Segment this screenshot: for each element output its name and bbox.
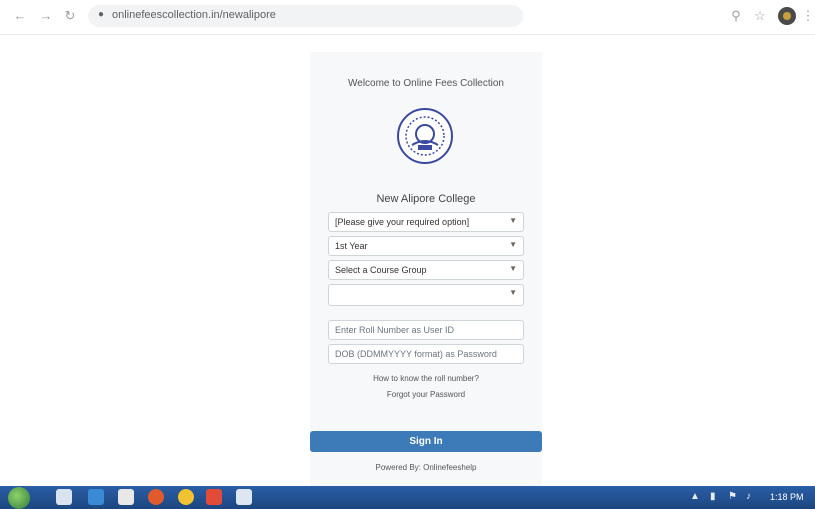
network-icon[interactable]: ▮ — [710, 491, 716, 502]
reload-icon[interactable]: ↻ — [62, 8, 78, 24]
taskbar: ▲ ▮ ⚑ ♪ 1:18 PM — [0, 486, 815, 509]
college-seal-logo — [397, 108, 453, 164]
lock-icon: ● — [98, 9, 105, 20]
media-icon[interactable] — [88, 489, 104, 505]
chevron-down-icon: ▼ — [509, 264, 517, 273]
college-name: New Alipore College — [376, 193, 476, 205]
signin-button[interactable]: Sign In — [310, 431, 542, 452]
welcome-heading: Welcome to Online Fees Collection — [348, 78, 504, 89]
course-type-select[interactable]: [Please give your required option] ▼ — [328, 212, 524, 232]
firefox-icon[interactable] — [148, 489, 164, 505]
star-icon[interactable]: ☆ — [752, 8, 768, 24]
address-url: onlinefeescollection.in/newalipore — [112, 9, 276, 21]
powered-by-text: Powered By: Onlinefeeshelp — [375, 463, 477, 472]
chevron-down-icon: ▼ — [509, 288, 517, 297]
back-arrow-icon[interactable]: ← — [12, 8, 28, 24]
explorer-icon[interactable] — [56, 489, 72, 505]
course-group-select[interactable]: Select a Course Group ▼ — [328, 260, 524, 280]
profile-avatar[interactable] — [778, 7, 796, 25]
address-bar[interactable]: ● onlinefeescollection.in/newalipore — [88, 5, 523, 27]
start-button[interactable] — [8, 487, 30, 509]
forward-arrow-icon[interactable]: → — [38, 8, 54, 24]
window-icon[interactable] — [236, 489, 252, 505]
chevron-down-icon: ▼ — [509, 240, 517, 249]
password-input[interactable]: DOB (DDMMYYYY format) as Password — [328, 344, 524, 364]
user-id-input[interactable]: Enter Roll Number as User ID — [328, 320, 524, 340]
menu-icon[interactable]: ⋮ — [800, 8, 815, 24]
browser-toolbar: ← → ↻ ● onlinefeescollection.in/newalipo… — [0, 0, 815, 35]
chrome-icon[interactable] — [178, 489, 194, 505]
chevron-down-icon: ▼ — [509, 216, 517, 225]
pdf-icon[interactable] — [206, 489, 222, 505]
flag-icon[interactable]: ⚑ — [728, 491, 737, 502]
forgot-password-link[interactable]: Forgot your Password — [310, 390, 542, 399]
clock[interactable]: 1:18 PM — [770, 492, 804, 502]
app-icon[interactable] — [118, 489, 134, 505]
login-card: Welcome to Online Fees Collection New Al… — [310, 52, 542, 492]
year-select[interactable]: 1st Year ▼ — [328, 236, 524, 256]
key-icon[interactable]: ⚲ — [728, 8, 744, 24]
extra-select[interactable]: ▼ — [328, 284, 524, 306]
volume-icon[interactable]: ♪ — [746, 491, 751, 502]
roll-number-help-link[interactable]: How to know the roll number? — [310, 374, 542, 383]
up-arrow-icon[interactable]: ▲ — [690, 491, 700, 502]
